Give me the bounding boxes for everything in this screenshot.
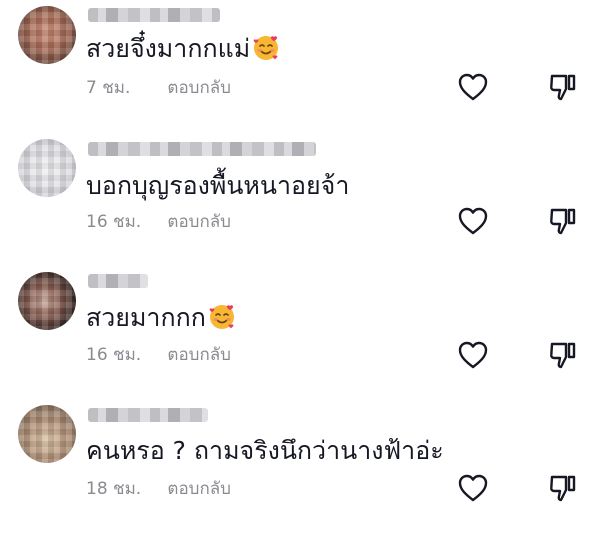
comment-item: สวยจึ๋งมากกแม่ 7 ชม. ตอบกลับ xyxy=(0,0,600,134)
avatar-pixelation xyxy=(18,139,76,197)
heart-outline-icon[interactable] xyxy=(457,206,489,236)
avatar-pixelation xyxy=(18,272,76,330)
reply-button[interactable]: ตอบกลับ xyxy=(167,212,231,232)
comment-item: บอกบุญรองพื้นหนาอยจ้า 16 ชม. ตอบกลับ xyxy=(0,133,600,267)
reply-button[interactable]: ตอบกลับ xyxy=(167,479,231,499)
heart-outline-icon[interactable] xyxy=(457,340,489,370)
avatar-pixelation xyxy=(18,6,76,64)
heart-outline-icon[interactable] xyxy=(457,72,489,102)
comment-time: 16 ชม. xyxy=(86,345,142,365)
heart-outline-icon[interactable] xyxy=(457,473,489,503)
smiling-face-with-hearts-emoji-icon xyxy=(252,34,280,62)
thumbs-down-icon[interactable] xyxy=(548,473,578,503)
comment-meta: 18 ชม. ตอบกลับ xyxy=(86,479,231,499)
comment-text-content: คนหรอ ? ถามจริงนึกว่านางฟ้าอ่ะ xyxy=(86,436,444,465)
comment-item: คนหรอ ? ถามจริงนึกว่านางฟ้าอ่ะ 18 ชม. ตอ… xyxy=(0,399,600,533)
comment-time: 18 ชม. xyxy=(86,479,142,499)
thumbs-down-icon[interactable] xyxy=(548,72,578,102)
username-blurred[interactable] xyxy=(88,408,208,422)
username-blurred[interactable] xyxy=(88,142,316,156)
comment-text-content: สวยจึ๋งมากกแม่ xyxy=(86,34,251,63)
thumbs-down-icon[interactable] xyxy=(548,340,578,370)
comment-item: สวยมากกก 16 ชม. ตอบกลับ xyxy=(0,266,600,400)
avatar-pixelation xyxy=(18,405,76,463)
smiling-face-with-hearts-emoji-icon xyxy=(208,303,236,331)
comment-text: สวยจึ๋งมากกแม่ xyxy=(86,34,280,64)
comment-time: 16 ชม. xyxy=(86,212,142,232)
reply-button[interactable]: ตอบกลับ xyxy=(167,78,231,98)
comment-meta: 16 ชม. ตอบกลับ xyxy=(86,345,231,365)
avatar[interactable] xyxy=(18,139,76,197)
comment-meta: 16 ชม. ตอบกลับ xyxy=(86,212,231,232)
comment-text-content: สวยมากกก xyxy=(86,303,206,332)
username-blurred[interactable] xyxy=(88,274,148,288)
comment-text: คนหรอ ? ถามจริงนึกว่านางฟ้าอ่ะ xyxy=(86,436,444,466)
thumbs-down-icon[interactable] xyxy=(548,206,578,236)
reply-button[interactable]: ตอบกลับ xyxy=(167,345,231,365)
comment-time: 7 ชม. xyxy=(86,78,131,98)
comment-text-content: บอกบุญรองพื้นหนาอยจ้า xyxy=(86,171,350,200)
comment-text: บอกบุญรองพื้นหนาอยจ้า xyxy=(86,171,349,201)
username-blurred[interactable] xyxy=(88,8,220,22)
comment-text: สวยมากกก xyxy=(86,303,236,333)
comment-meta: 7 ชม. ตอบกลับ xyxy=(86,78,231,98)
avatar[interactable] xyxy=(18,272,76,330)
avatar[interactable] xyxy=(18,6,76,64)
avatar[interactable] xyxy=(18,405,76,463)
